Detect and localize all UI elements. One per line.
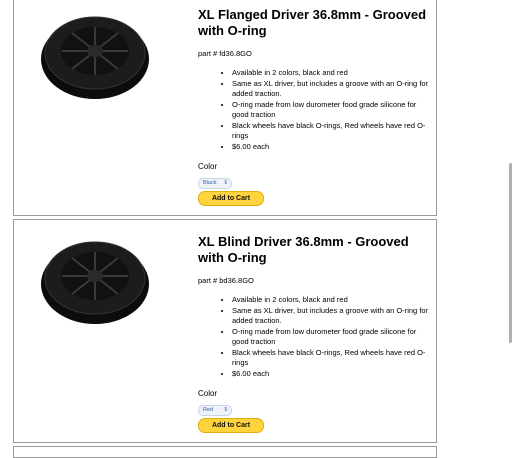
color-select[interactable]: Red ⇕ [198,405,232,416]
feature-list: Available in 2 colors, black and red Sam… [198,68,430,152]
list-item: Black wheels have black O-rings, Red whe… [232,348,430,369]
product-info: XL Blind Driver 36.8mm - Grooved with O-… [198,234,430,433]
list-item: O-ring made from low durometer food grad… [232,100,430,121]
color-select-value: Black [203,180,217,186]
price: $6.00 each [232,142,430,153]
wheel-icon [41,16,149,99]
list-item: Black wheels have black O-rings, Red whe… [232,121,430,142]
wheel-icon [41,241,149,324]
color-label: Color [198,389,218,398]
list-item: Available in 2 colors, black and red [232,295,430,306]
chevron-updown-icon: ⇕ [223,407,228,413]
part-number: part # bd36.8GO [198,276,254,285]
add-to-cart-button[interactable]: Add to Cart [198,191,264,206]
feature-list: Available in 2 colors, black and red Sam… [198,295,430,379]
product-card: XL Blind Driver 36.8mm - Grooved with O-… [13,219,437,443]
color-select[interactable]: Black ⇕ [198,178,232,189]
color-label: Color [198,162,218,171]
price: $6.00 each [232,369,430,380]
color-select-value: Red [203,407,214,413]
list-item: Available in 2 colors, black and red [232,68,430,79]
product-title: XL Blind Driver 36.8mm - Grooved with O-… [198,234,409,265]
add-to-cart-button[interactable]: Add to Cart [198,418,264,433]
scrollbar[interactable] [509,163,512,343]
list-item: Same as XL driver, but includes a groove… [232,306,430,327]
list-item: Same as XL driver, but includes a groove… [232,79,430,100]
product-title: XL Flanged Driver 36.8mm - Grooved with … [198,7,427,38]
product-info: XL Flanged Driver 36.8mm - Grooved with … [198,7,430,206]
product-card: XL Flanged Driver 36.8mm - Grooved with … [13,0,437,216]
chevron-updown-icon: ⇕ [223,180,228,186]
part-number: part # fd36.8GO [198,49,252,58]
product-card [13,446,437,458]
list-item: O-ring made from low durometer food grad… [232,327,430,348]
